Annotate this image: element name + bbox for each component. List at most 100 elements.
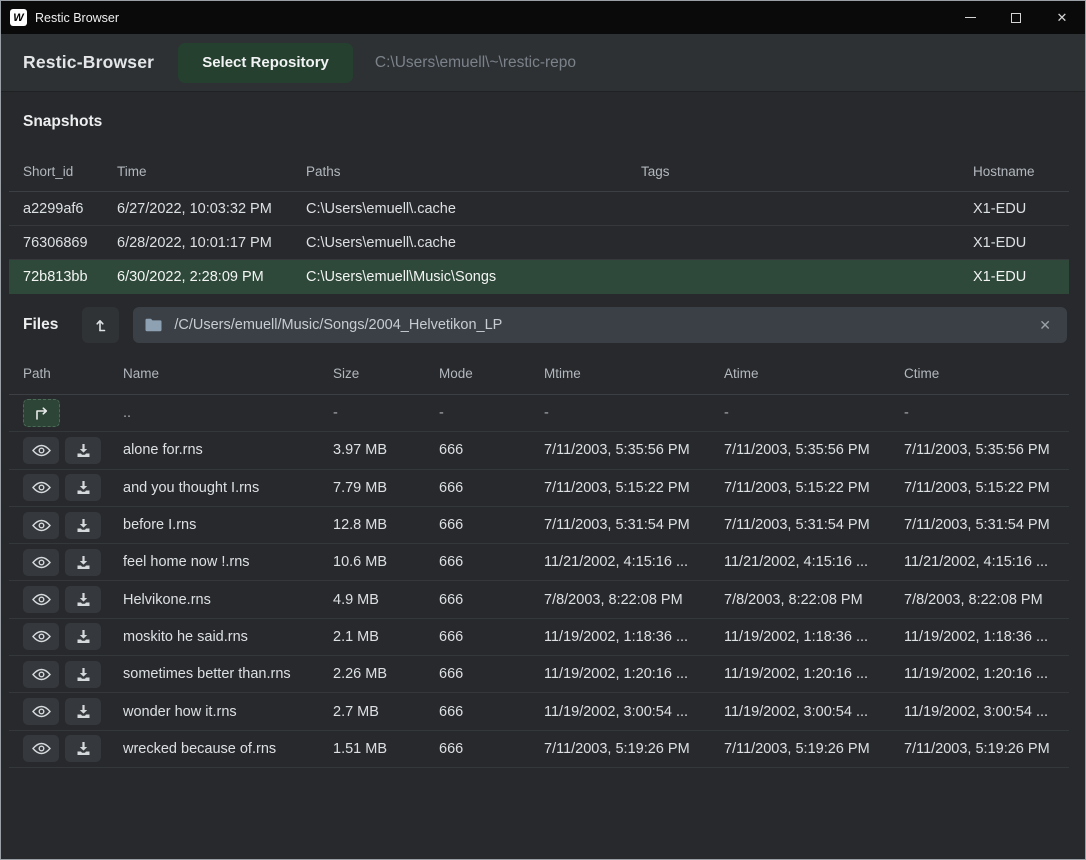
- snapshot-paths: C:\Users\emuell\.cache: [306, 201, 641, 217]
- folder-icon: [145, 318, 162, 332]
- column-header: Hostname: [973, 164, 1069, 179]
- file-ctime: 7/11/2003, 5:35:56 PM: [904, 442, 1069, 458]
- download-icon: [76, 704, 91, 719]
- file-name: and you thought I.rns: [123, 480, 333, 496]
- files-title: Files: [23, 316, 58, 334]
- snapshot-paths: C:\Users\emuell\Music\Songs: [306, 269, 641, 285]
- preview-button[interactable]: [23, 586, 59, 613]
- file-atime: 7/11/2003, 5:31:54 PM: [724, 517, 904, 533]
- download-button[interactable]: [65, 698, 101, 725]
- file-mode: 666: [439, 592, 544, 608]
- file-mode: 666: [439, 554, 544, 570]
- path-field[interactable]: ✕: [133, 307, 1067, 343]
- download-button[interactable]: [65, 661, 101, 688]
- preview-button[interactable]: [23, 549, 59, 576]
- file-atime: 7/11/2003, 5:19:26 PM: [724, 741, 904, 757]
- go-parent-button[interactable]: [23, 399, 60, 427]
- file-size: 2.7 MB: [333, 704, 439, 720]
- preview-button[interactable]: [23, 474, 59, 501]
- close-button[interactable]: ✕: [1039, 1, 1085, 34]
- file-row[interactable]: wonder how it.rns2.7 MB66611/19/2002, 3:…: [9, 693, 1069, 730]
- download-icon: [76, 629, 91, 644]
- file-mode: 666: [439, 704, 544, 720]
- preview-button[interactable]: [23, 698, 59, 725]
- file-name: sometimes better than.rns: [123, 666, 333, 682]
- file-row[interactable]: alone for.rns3.97 MB6667/11/2003, 5:35:5…: [9, 432, 1069, 469]
- repository-path: C:\Users\emuell\~\restic-repo: [375, 54, 576, 72]
- select-repository-button[interactable]: Select Repository: [178, 43, 353, 83]
- preview-button[interactable]: [23, 512, 59, 539]
- snapshot-row[interactable]: 72b813bb6/30/2022, 2:28:09 PMC:\Users\em…: [9, 260, 1069, 294]
- snapshot-hostname: X1-EDU: [973, 235, 1069, 251]
- file-name: moskito he said.rns: [123, 629, 333, 645]
- file-ctime: 11/19/2002, 1:20:16 ...: [904, 666, 1069, 682]
- download-button[interactable]: [65, 437, 101, 464]
- file-ctime: -: [904, 405, 1069, 421]
- file-ctime: 11/21/2002, 4:15:16 ...: [904, 554, 1069, 570]
- column-header: Short_id: [23, 164, 117, 179]
- file-name: ..: [123, 405, 333, 421]
- snapshot-time: 6/30/2022, 2:28:09 PM: [117, 269, 306, 285]
- download-button[interactable]: [65, 623, 101, 650]
- snapshots-section-header: Snapshots: [1, 91, 1085, 152]
- download-button[interactable]: [65, 474, 101, 501]
- maximize-button[interactable]: [993, 1, 1039, 34]
- file-row[interactable]: sometimes better than.rns2.26 MB66611/19…: [9, 656, 1069, 693]
- file-mode: 666: [439, 741, 544, 757]
- file-row[interactable]: Helvikone.rns4.9 MB6667/8/2003, 8:22:08 …: [9, 581, 1069, 618]
- download-button[interactable]: [65, 512, 101, 539]
- preview-button[interactable]: [23, 437, 59, 464]
- file-size: 2.1 MB: [333, 629, 439, 645]
- minimize-button[interactable]: [947, 1, 993, 34]
- file-row[interactable]: feel home now !.rns10.6 MB66611/21/2002,…: [9, 544, 1069, 581]
- column-header: Path: [23, 366, 123, 381]
- eye-icon: [32, 519, 51, 532]
- file-mtime: 7/11/2003, 5:31:54 PM: [544, 517, 724, 533]
- level-up-icon: [93, 317, 109, 333]
- download-button[interactable]: [65, 549, 101, 576]
- eye-icon: [32, 593, 51, 606]
- file-row[interactable]: moskito he said.rns2.1 MB66611/19/2002, …: [9, 619, 1069, 656]
- file-name: alone for.rns: [123, 442, 333, 458]
- preview-button[interactable]: [23, 735, 59, 762]
- row-actions: [23, 512, 123, 539]
- snapshots-table: Short_idTimePathsTagsHostname a2299af66/…: [9, 152, 1069, 294]
- column-header: Size: [333, 366, 439, 381]
- download-button[interactable]: [65, 735, 101, 762]
- file-row[interactable]: before I.rns12.8 MB6667/11/2003, 5:31:54…: [9, 507, 1069, 544]
- row-actions: [23, 735, 123, 762]
- clear-path-button[interactable]: ✕: [1033, 315, 1057, 336]
- download-icon: [76, 480, 91, 495]
- file-mtime: 7/11/2003, 5:35:56 PM: [544, 442, 724, 458]
- app-icon: W: [10, 9, 27, 26]
- file-mtime: 7/11/2003, 5:19:26 PM: [544, 741, 724, 757]
- files-bar: Files ✕: [1, 307, 1085, 343]
- download-button[interactable]: [65, 586, 101, 613]
- snapshot-row[interactable]: 763068696/28/2022, 10:01:17 PMC:\Users\e…: [9, 226, 1069, 260]
- file-mtime: -: [544, 405, 724, 421]
- snapshots-table-body: a2299af66/27/2022, 10:03:32 PMC:\Users\e…: [9, 192, 1069, 294]
- file-row[interactable]: wrecked because of.rns1.51 MB6667/11/200…: [9, 731, 1069, 768]
- row-actions: [23, 586, 123, 613]
- close-icon: ✕: [1057, 11, 1068, 24]
- path-input[interactable]: [172, 316, 1033, 334]
- file-name: Helvikone.rns: [123, 592, 333, 608]
- preview-button[interactable]: [23, 661, 59, 688]
- file-mtime: 7/8/2003, 8:22:08 PM: [544, 592, 724, 608]
- row-actions: [23, 623, 123, 650]
- column-header: Mtime: [544, 366, 724, 381]
- file-name: wonder how it.rns: [123, 704, 333, 720]
- file-mode: 666: [439, 629, 544, 645]
- file-mode: 666: [439, 442, 544, 458]
- column-header: Time: [117, 164, 306, 179]
- parent-dir-row[interactable]: ..-----: [9, 395, 1069, 432]
- level-up-button[interactable]: [82, 307, 119, 343]
- file-size: -: [333, 405, 439, 421]
- column-header: Mode: [439, 366, 544, 381]
- snapshot-time: 6/28/2022, 10:01:17 PM: [117, 235, 306, 251]
- app-window: W Restic Browser ✕ Restic-Browser Select…: [0, 0, 1086, 860]
- snapshot-row[interactable]: a2299af66/27/2022, 10:03:32 PMC:\Users\e…: [9, 192, 1069, 226]
- preview-button[interactable]: [23, 623, 59, 650]
- file-row[interactable]: and you thought I.rns7.79 MB6667/11/2003…: [9, 470, 1069, 507]
- file-size: 4.9 MB: [333, 592, 439, 608]
